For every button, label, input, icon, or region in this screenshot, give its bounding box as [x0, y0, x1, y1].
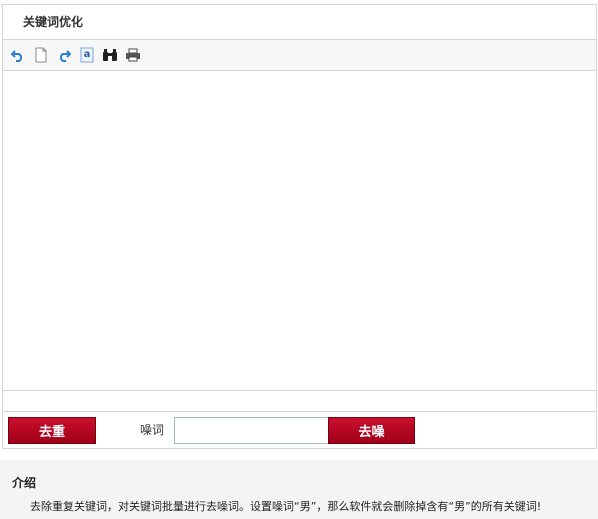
printer-icon[interactable] — [124, 46, 142, 64]
intro-section: 介绍 去除重复关键词，对关键词批量进行去噪词。设置噪词“男”，那么软件就会删除掉… — [0, 460, 598, 519]
denoise-button[interactable]: 去噪 — [328, 417, 415, 444]
panel-title: 关键词优化 — [3, 5, 596, 40]
editor-status-bar — [3, 391, 596, 412]
intro-text: 去除重复关键词，对关键词批量进行去噪词。设置噪词“男”，那么软件就会删除掉含有“… — [30, 500, 542, 513]
text-a-icon[interactable]: a — [78, 46, 96, 64]
redo-icon[interactable] — [55, 46, 73, 64]
binoculars-icon[interactable] — [101, 46, 119, 64]
editor-toolbar: a — [3, 40, 596, 71]
intro-title: 介绍 — [12, 476, 37, 490]
undo-icon[interactable] — [9, 46, 27, 64]
action-row: 去重 噪词 去噪 — [3, 412, 596, 448]
dedupe-button[interactable]: 去重 — [8, 417, 96, 444]
new-document-icon[interactable] — [32, 46, 50, 64]
text-a-glyph: a — [83, 48, 91, 60]
keyword-optimize-panel: 关键词优化 a 去重 噪词 去噪 — [2, 4, 597, 449]
keyword-editor[interactable] — [3, 71, 596, 391]
noise-word-label: 噪词 — [140, 423, 165, 437]
noise-word-input[interactable] — [174, 417, 329, 444]
